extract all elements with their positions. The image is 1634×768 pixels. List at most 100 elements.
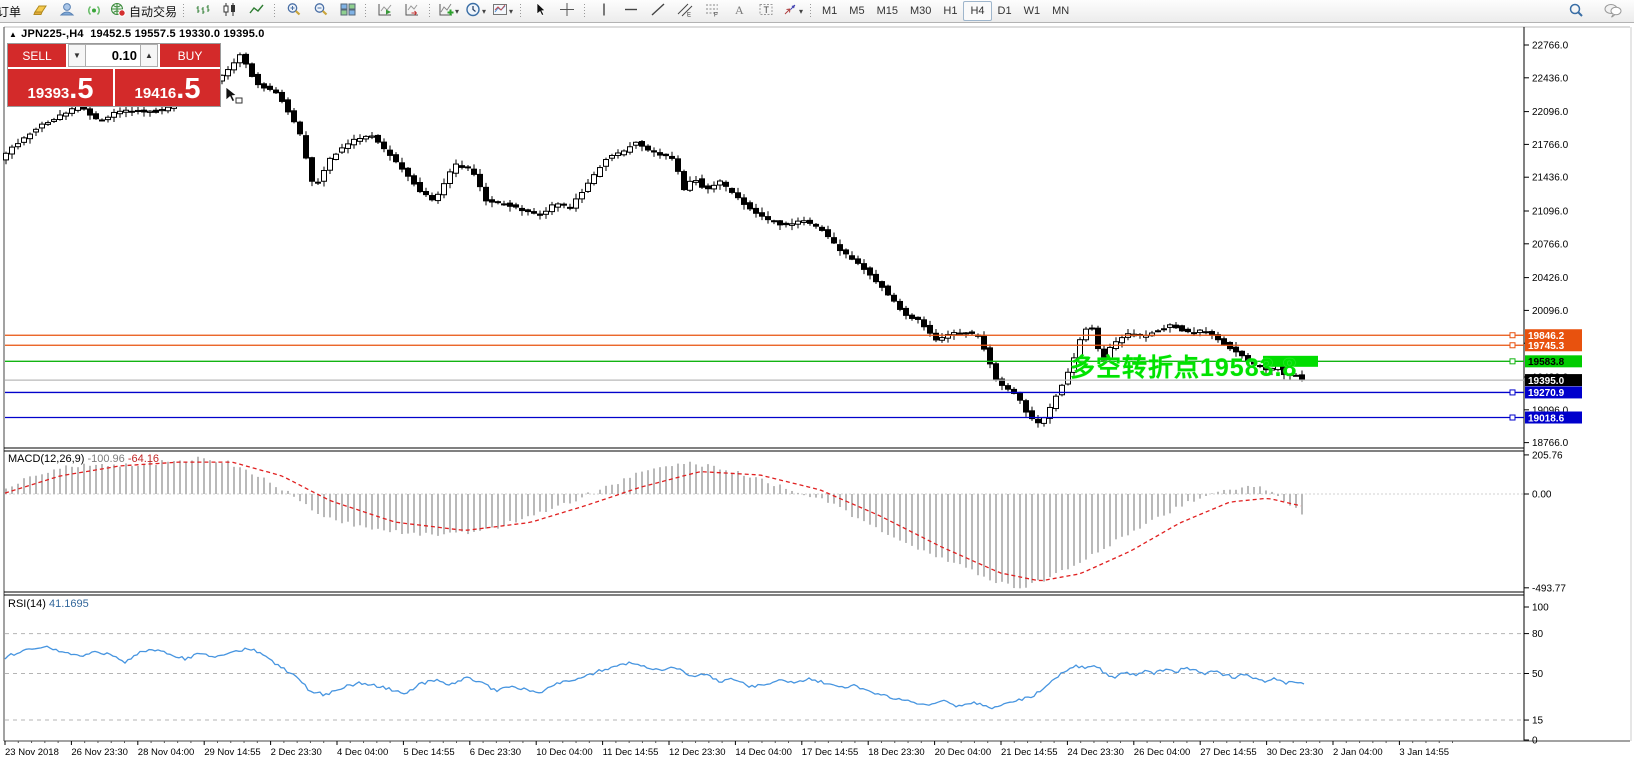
pivot-annotation-text[interactable]: 多空转折点19583.8	[1070, 348, 1297, 384]
volume-decrease-button[interactable]: ▼	[68, 44, 86, 67]
buy-price-button[interactable]: 19416.5	[115, 69, 220, 106]
line-chart-icon	[249, 2, 265, 20]
line-chart-button[interactable]	[243, 1, 270, 21]
horizontal-line-button[interactable]	[617, 1, 644, 21]
candlestick-chart-button[interactable]	[216, 1, 243, 21]
svg-text:20766.0: 20766.0	[1532, 239, 1569, 250]
chat-button[interactable]	[1599, 1, 1626, 21]
svg-text:26 Nov 23:30: 26 Nov 23:30	[71, 747, 128, 758]
time-axis[interactable]: 23 Nov 201826 Nov 23:3028 Nov 04:0029 No…	[5, 741, 1453, 758]
svg-text:205.76: 205.76	[1532, 450, 1563, 461]
toolbar-separator	[272, 3, 278, 19]
support-line-1-handle[interactable]	[1510, 390, 1515, 395]
resistance-line-2-handle[interactable]	[1510, 343, 1515, 348]
community-button[interactable]	[54, 1, 81, 21]
timeframe-m30-button[interactable]: M30	[904, 2, 937, 20]
chat-icon	[1603, 2, 1623, 21]
buy-button[interactable]: BUY	[160, 44, 220, 67]
gold-button[interactable]	[27, 1, 54, 21]
fibonacci-icon: F	[704, 2, 720, 20]
arrows-icon	[782, 2, 798, 20]
chevron-down-icon: ▾	[799, 7, 803, 16]
macd-indicator-label: MACD(12,26,9) -100.96 -64.16	[8, 453, 159, 465]
chevron-down-icon: ▾	[509, 7, 513, 16]
resistance-line-1-handle[interactable]	[1510, 333, 1515, 338]
collapse-panel-icon[interactable]: ▲	[9, 30, 17, 39]
svg-text:19583.8: 19583.8	[1528, 357, 1565, 368]
svg-text:26 Dec 04:00: 26 Dec 04:00	[1134, 747, 1191, 758]
crosshair-icon	[559, 2, 575, 20]
search-button[interactable]	[1562, 1, 1589, 21]
svg-text:2 Jan 04:00: 2 Jan 04:00	[1333, 747, 1383, 758]
zoom-in-icon	[286, 2, 302, 20]
bar-chart-button[interactable]	[189, 1, 216, 21]
crosshair-button[interactable]	[553, 1, 580, 21]
volume-input[interactable]	[86, 44, 140, 67]
svg-text:10 Dec 04:00: 10 Dec 04:00	[536, 747, 593, 758]
templates-icon	[492, 2, 508, 20]
mt4-window: 订单自动交易▾▾▾EFAT▾M1M5M15M30H1H4D1W1MN 22766…	[0, 0, 1634, 768]
timeframe-m5-button[interactable]: M5	[843, 2, 870, 20]
periods-button[interactable]: ▾	[462, 1, 489, 21]
chart-canvas[interactable]: 22766.022436.022096.021766.021436.021096…	[0, 0, 1634, 768]
chart-shift-icon	[404, 2, 420, 20]
svg-text:14 Dec 04:00: 14 Dec 04:00	[735, 747, 792, 758]
svg-text:30 Dec 23:30: 30 Dec 23:30	[1267, 747, 1324, 758]
arrows-button[interactable]: ▾	[779, 1, 806, 21]
autotrading-button[interactable]: 自动交易	[108, 1, 179, 21]
indicators-button[interactable]: ▾	[435, 1, 462, 21]
svg-text:21436.0: 21436.0	[1532, 173, 1569, 184]
macd-panel[interactable]: 205.760.00-493.77	[5, 450, 1566, 594]
vertical-line-button[interactable]	[590, 1, 617, 21]
text-label-button[interactable]: T	[752, 1, 779, 21]
sell-button[interactable]: SELL	[8, 44, 66, 67]
support-line-2-handle[interactable]	[1510, 415, 1515, 420]
templates-button[interactable]: ▾	[489, 1, 516, 21]
svg-text:18 Dec 23:30: 18 Dec 23:30	[868, 747, 925, 758]
svg-text:F: F	[714, 13, 718, 18]
indicators-icon	[438, 2, 454, 20]
new-order-button[interactable]: 订单	[0, 1, 27, 21]
zoom-out-button[interactable]	[307, 1, 334, 21]
tile-windows-icon	[340, 2, 356, 20]
svg-text:20426.0: 20426.0	[1532, 273, 1569, 284]
trendline-button[interactable]	[644, 1, 671, 21]
tile-windows-button[interactable]	[334, 1, 361, 21]
channel-button[interactable]: E	[671, 1, 698, 21]
timeframe-mn-button[interactable]: MN	[1046, 2, 1075, 20]
svg-text:17 Dec 14:55: 17 Dec 14:55	[802, 747, 859, 758]
timeframe-w1-button[interactable]: W1	[1018, 2, 1047, 20]
fibonacci-button[interactable]: F	[698, 1, 725, 21]
timeframe-h4-button[interactable]: H4	[963, 1, 991, 21]
svg-text:15: 15	[1532, 716, 1544, 727]
timeframe-m1-button[interactable]: M1	[816, 2, 843, 20]
chart-shift-button[interactable]	[398, 1, 425, 21]
auto-scroll-button[interactable]	[371, 1, 398, 21]
timeframe-h1-button[interactable]: H1	[937, 2, 963, 20]
toolbar-separator	[427, 3, 433, 19]
sell-price-button[interactable]: 19393.5	[8, 69, 113, 106]
text-button[interactable]: A	[725, 1, 752, 21]
timeframe-d1-button[interactable]: D1	[992, 2, 1018, 20]
volume-increase-button[interactable]: ▲	[140, 44, 158, 67]
svg-text:24 Dec 23:30: 24 Dec 23:30	[1067, 747, 1124, 758]
horizontal-line-icon	[623, 2, 639, 20]
pivot-line-handle[interactable]	[1510, 359, 1515, 364]
signals-icon	[86, 2, 103, 20]
cursor-button[interactable]	[526, 1, 553, 21]
timeframe-m15-button[interactable]: M15	[871, 2, 904, 20]
svg-text:2 Dec 23:30: 2 Dec 23:30	[271, 747, 322, 758]
svg-text:19270.9: 19270.9	[1528, 388, 1565, 399]
svg-text:19395.0: 19395.0	[1528, 376, 1565, 387]
signals-button[interactable]	[81, 1, 108, 21]
text-icon: A	[731, 2, 747, 20]
toolbar-separator	[582, 3, 588, 19]
one-click-trading-panel: SELL ▼ ▲ BUY 19393.5 19416.5	[7, 43, 221, 107]
zoom-in-button[interactable]	[280, 1, 307, 21]
svg-text:22766.0: 22766.0	[1532, 41, 1569, 52]
rsi-panel[interactable]: 1008050150	[5, 603, 1549, 747]
svg-text:T: T	[763, 5, 769, 15]
svg-text:0.00: 0.00	[1532, 490, 1552, 501]
main-toolbar: 订单自动交易▾▾▾EFAT▾M1M5M15M30H1H4D1W1MN	[0, 0, 1634, 23]
svg-text:5 Dec 14:55: 5 Dec 14:55	[403, 747, 454, 758]
